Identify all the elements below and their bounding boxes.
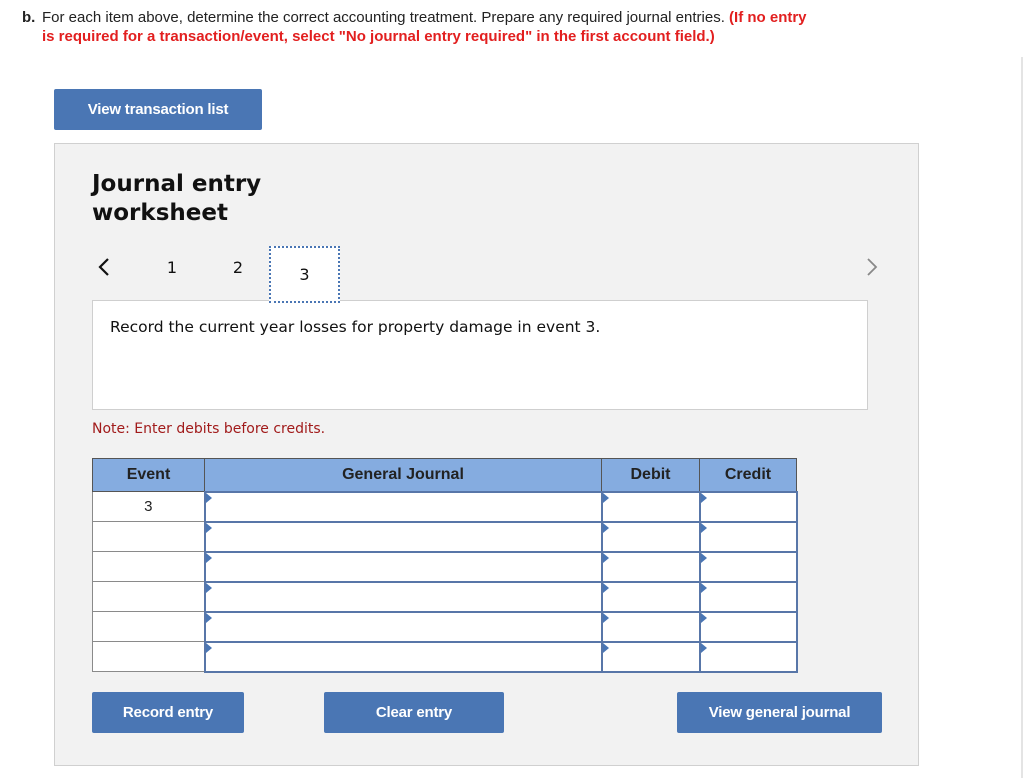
journal-row xyxy=(92,580,798,613)
cell-marker-icon xyxy=(602,582,609,593)
chevron-right-icon xyxy=(867,258,878,276)
credit-cell xyxy=(698,610,798,643)
cell-marker-icon xyxy=(700,552,707,563)
journal-row xyxy=(92,520,798,553)
page-tab-1[interactable]: 1 xyxy=(157,254,187,280)
debit-cell xyxy=(600,550,701,583)
note-text: Note: Enter debits before credits. xyxy=(92,421,326,437)
cell-marker-icon xyxy=(700,492,707,503)
debit-cell xyxy=(600,520,701,553)
account-cell xyxy=(203,520,603,553)
account-input[interactable] xyxy=(205,642,601,671)
debit-input[interactable] xyxy=(602,522,699,551)
cell-marker-icon xyxy=(205,612,212,623)
account-cell xyxy=(203,550,603,583)
journal-row xyxy=(92,550,798,583)
header-credit: Credit xyxy=(699,458,797,492)
cell-marker-icon xyxy=(205,642,212,653)
credit-cell xyxy=(698,550,798,583)
debit-cell xyxy=(600,490,701,523)
prompt-text: Record the current year losses for prope… xyxy=(110,318,601,336)
chevron-left-icon xyxy=(98,258,109,276)
credit-input[interactable] xyxy=(700,522,796,551)
event-cell: 3 xyxy=(92,491,205,522)
header-general-journal: General Journal xyxy=(204,458,602,492)
cell-marker-icon xyxy=(205,582,212,593)
cell-marker-icon xyxy=(205,522,212,533)
right-divider xyxy=(1021,57,1023,778)
debit-input[interactable] xyxy=(602,582,699,611)
debit-input[interactable] xyxy=(602,552,699,581)
event-cell xyxy=(92,551,205,582)
cell-marker-icon xyxy=(700,522,707,533)
account-cell xyxy=(203,610,603,643)
event-cell xyxy=(92,581,205,612)
credit-cell xyxy=(698,520,798,553)
cell-marker-icon xyxy=(602,552,609,563)
journal-header-row: Event General Journal Debit Credit xyxy=(92,458,797,492)
cell-marker-icon xyxy=(700,642,707,653)
cell-marker-icon xyxy=(205,492,212,503)
page-tab-2[interactable]: 2 xyxy=(223,254,253,280)
event-cell xyxy=(92,521,205,552)
account-input[interactable] xyxy=(205,552,601,581)
debit-input[interactable] xyxy=(602,492,699,521)
event-cell xyxy=(92,611,205,642)
journal-row xyxy=(92,610,798,643)
header-event: Event xyxy=(92,458,205,492)
debit-cell xyxy=(600,610,701,643)
instructions-text: For each item above, determine the corre… xyxy=(42,9,725,26)
cell-marker-icon xyxy=(700,582,707,593)
prompt-box: Record the current year losses for prope… xyxy=(92,300,868,410)
account-input[interactable] xyxy=(205,492,601,521)
cell-marker-icon xyxy=(700,612,707,623)
worksheet-title: Journal entry worksheet xyxy=(92,171,262,226)
debit-input[interactable] xyxy=(602,612,699,641)
account-input[interactable] xyxy=(205,522,601,551)
page-tab-3-current[interactable]: 3 xyxy=(269,246,340,303)
cell-marker-icon xyxy=(602,642,609,653)
header-debit: Debit xyxy=(601,458,700,492)
account-cell xyxy=(203,640,603,673)
debit-input[interactable] xyxy=(602,642,699,671)
journal-row: 3 xyxy=(92,490,798,523)
journal-row xyxy=(92,640,798,673)
clear-entry-button[interactable]: Clear entry xyxy=(324,692,504,733)
credit-input[interactable] xyxy=(700,552,796,581)
account-input[interactable] xyxy=(205,582,601,611)
debit-cell xyxy=(600,580,701,613)
credit-input[interactable] xyxy=(700,642,796,671)
previous-page-button[interactable] xyxy=(93,254,115,280)
account-cell xyxy=(203,580,603,613)
cell-marker-icon xyxy=(602,612,609,623)
cell-marker-icon xyxy=(602,522,609,533)
instructions: b. For each item above, determine the co… xyxy=(22,8,822,46)
record-entry-button[interactable]: Record entry xyxy=(92,692,244,733)
instructions-label: b. xyxy=(22,9,36,26)
credit-input[interactable] xyxy=(700,612,796,641)
journal-table: Event General Journal Debit Credit 3 xyxy=(92,458,798,673)
account-input[interactable] xyxy=(205,612,601,641)
credit-input[interactable] xyxy=(700,582,796,611)
event-cell xyxy=(92,641,205,672)
view-transaction-list-button[interactable]: View transaction list xyxy=(54,89,262,130)
cell-marker-icon xyxy=(205,552,212,563)
next-page-button[interactable] xyxy=(861,254,883,280)
credit-cell xyxy=(698,490,798,523)
debit-cell xyxy=(600,640,701,673)
account-cell xyxy=(203,490,603,523)
credit-cell xyxy=(698,640,798,673)
credit-input[interactable] xyxy=(700,492,796,521)
journal-entry-worksheet: Journal entry worksheet 1 2 3 Record the… xyxy=(54,143,919,766)
view-general-journal-button[interactable]: View general journal xyxy=(677,692,882,733)
cell-marker-icon xyxy=(602,492,609,503)
credit-cell xyxy=(698,580,798,613)
